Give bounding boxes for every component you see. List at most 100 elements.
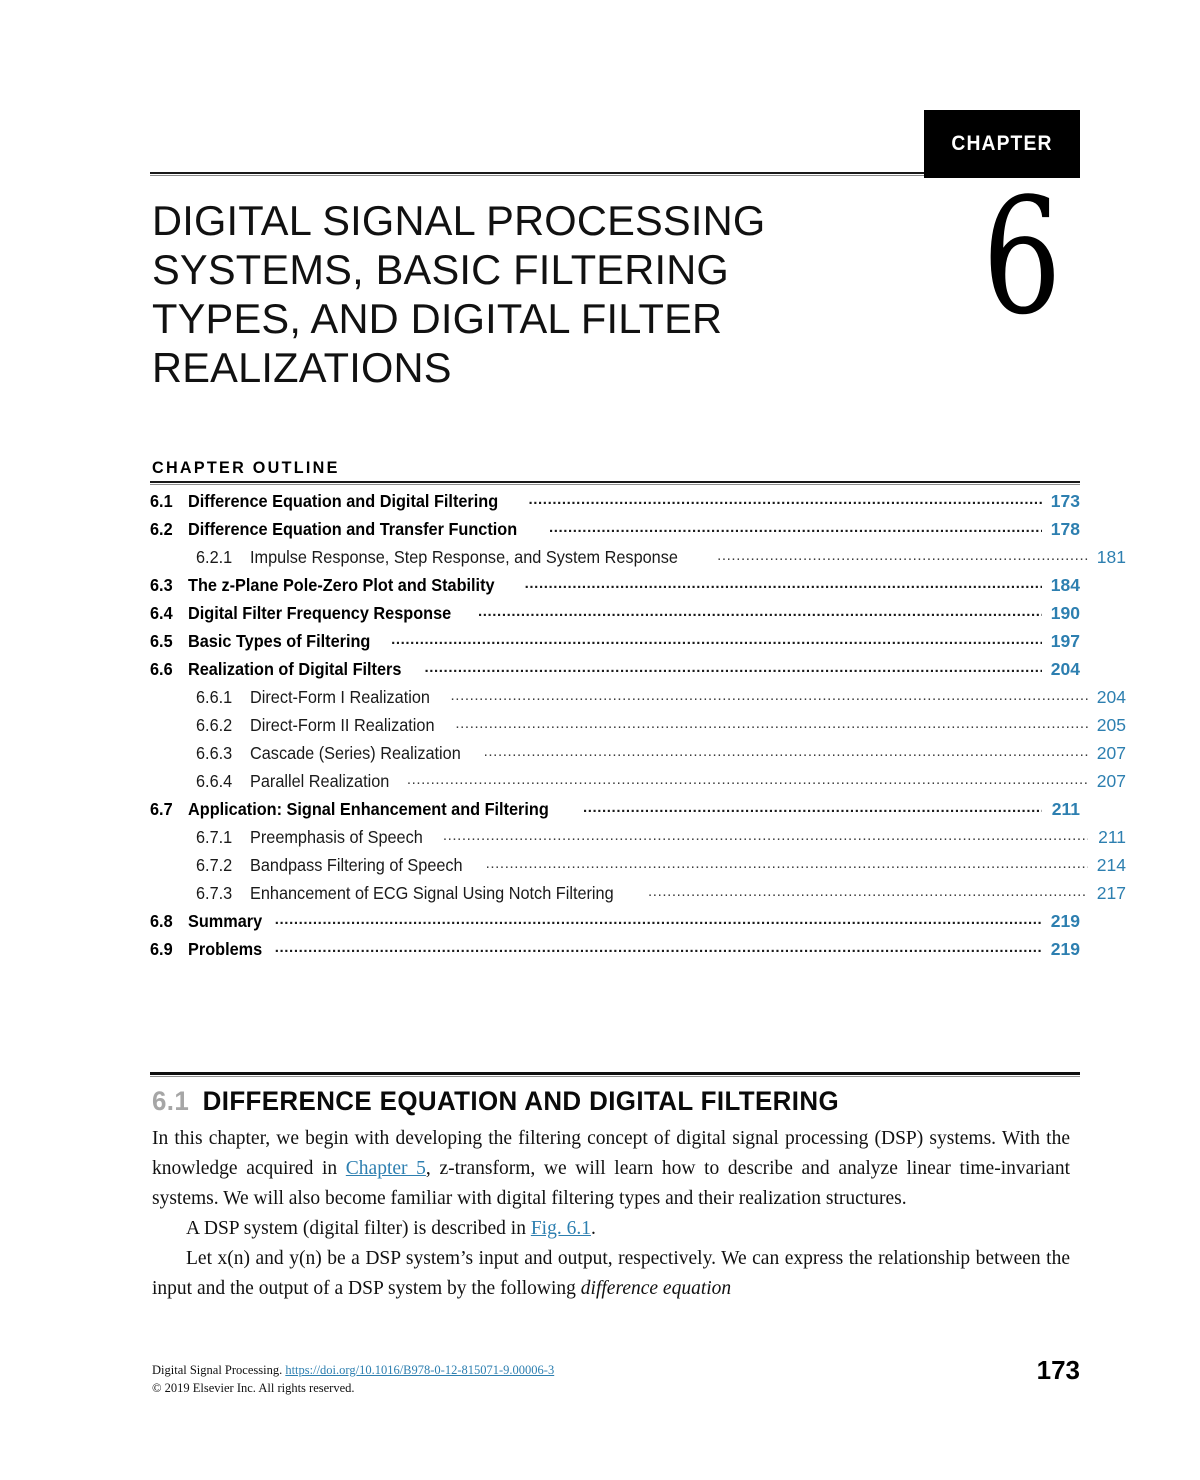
outline-entry[interactable]: 6.6.2 Direct-Form II Realization 205 — [150, 713, 1126, 741]
outline-entry-page: 204 — [1050, 659, 1080, 679]
outline-entry-page: 214 — [1096, 855, 1126, 875]
page-title: DIGITAL SIGNAL PROCESSING SYSTEMS, BASIC… — [152, 197, 766, 391]
section-rule — [150, 1072, 1080, 1077]
section-heading: 6.1 DIFFERENCE EQUATION AND DIGITAL FILTE… — [152, 1086, 839, 1117]
chapter-5-link[interactable]: Chapter 5 — [346, 1158, 426, 1179]
figure-6-1-link[interactable]: Fig. 6.1 — [531, 1218, 591, 1239]
outline-entry[interactable]: 6.2 Difference Equation and Transfer Func… — [150, 517, 1080, 545]
outline-entry-number: 6.6.1 — [196, 687, 233, 707]
outline-entry-page: 207 — [1096, 771, 1126, 791]
outline-entry-page: 181 — [1096, 547, 1126, 567]
outline-entry-label: Parallel Realization — [250, 771, 390, 791]
outline-entry[interactable]: 6.7.3 Enhancement of ECG Signal Using Not… — [150, 881, 1126, 909]
outline-entry-page: 204 — [1096, 687, 1126, 707]
section-body: In this chapter, we begin with developin… — [152, 1124, 1070, 1304]
footer-copyright: © 2019 Elsevier Inc. All rights reserved… — [152, 1381, 355, 1395]
outline-entry-label: Difference Equation and Transfer Functio… — [188, 519, 518, 539]
paragraph-2-part-a: A DSP system (digital filter) is describ… — [186, 1218, 531, 1239]
footer-source-title: Digital Signal Processing. — [152, 1363, 283, 1377]
outline-entry-label: Direct-Form II Realization — [250, 715, 435, 735]
outline-entry[interactable]: 6.6.3 Cascade (Series) Realization 207 — [150, 741, 1126, 769]
outline-entry-page: 219 — [1050, 939, 1080, 959]
outline-entry[interactable]: 6.8 Summary 219 — [150, 909, 1080, 937]
outline-entry-number: 6.6.4 — [196, 771, 233, 791]
outline-entry-label: Realization of Digital Filters — [188, 659, 402, 679]
outline-entry[interactable]: 6.3 The z-Plane Pole-Zero Plot and Stabil… — [150, 573, 1080, 601]
outline-leader-dots — [407, 769, 1088, 787]
outline-entry-page: 207 — [1096, 743, 1126, 763]
outline-entry[interactable]: 6.9 Problems 219 — [150, 937, 1080, 965]
outline-entry-page: 184 — [1050, 575, 1080, 595]
outline-entry-page: 197 — [1050, 631, 1080, 651]
outline-entry-label: Problems — [188, 939, 263, 959]
outline-entry-number: 6.8 — [150, 911, 173, 931]
outline-entry-number: 6.9 — [150, 939, 173, 959]
outline-entry-label: Enhancement of ECG Signal Using Notch Fi… — [250, 883, 614, 903]
outline-entry-label: Direct-Form I Realization — [250, 687, 430, 707]
outline-entry-label: Basic Types of Filtering — [188, 631, 371, 651]
outline-entry-label: Summary — [188, 911, 263, 931]
doi-link[interactable]: https://doi.org/10.1016/B978-0-12-815071… — [285, 1363, 554, 1377]
outline-leader-dots — [549, 517, 1042, 535]
outline-entry[interactable]: 6.6.4 Parallel Realization 207 — [150, 769, 1126, 797]
header-rule — [150, 172, 924, 176]
outline-entry-label: Preemphasis of Speech — [250, 827, 423, 847]
chapter-tab-label: CHAPTER — [951, 132, 1053, 155]
outline-entry-label: Impulse Response, Step Response, and Sys… — [250, 547, 678, 567]
outline-entry[interactable]: 6.7.1 Preemphasis of Speech 211 — [150, 825, 1126, 853]
footer-source-line: Digital Signal Processing. https://doi.o… — [152, 1361, 852, 1379]
outline-entry-number: 6.7.3 — [196, 883, 233, 903]
outline-entry-number: 6.7 — [150, 799, 173, 819]
paragraph-3: Let x(n) and y(n) be a DSP system’s inpu… — [152, 1244, 1070, 1304]
chapter-number: 6 — [982, 163, 1062, 350]
outline-entry[interactable]: 6.7.2 Bandpass Filtering of Speech 214 — [150, 853, 1126, 881]
section-title: DIFFERENCE EQUATION AND DIGITAL FILTERIN… — [202, 1086, 839, 1116]
document-page: CHAPTER DIGITAL SIGNAL PROCESSING SYSTEM… — [0, 0, 1200, 1480]
outline-entry[interactable]: 6.2.1 Impulse Response, Step Response, an… — [150, 545, 1126, 573]
outline-entry-number: 6.6 — [150, 659, 173, 679]
outline-leader-dots — [275, 937, 1042, 955]
outline-entry-page: 205 — [1096, 715, 1126, 735]
outline-entry-number: 6.4 — [150, 603, 173, 623]
section-number: 6.1 — [152, 1086, 190, 1116]
outline-entry[interactable]: 6.4 Digital Filter Frequency Response 190 — [150, 601, 1080, 629]
outline-leader-dots — [484, 741, 1088, 759]
outline-leader-dots — [529, 489, 1043, 507]
outline-leader-dots — [451, 685, 1088, 703]
paragraph-2-part-b: . — [590, 1218, 596, 1239]
outline-entry-label: Digital Filter Frequency Response — [188, 603, 452, 623]
outline-leader-dots — [391, 629, 1042, 647]
outline-entry[interactable]: 6.6 Realization of Digital Filters 204 — [150, 657, 1080, 685]
outline-entry-page: 219 — [1050, 911, 1080, 931]
outline-entry-label: Bandpass Filtering of Speech — [250, 855, 463, 875]
outline-leader-dots — [443, 825, 1088, 843]
page-number: 173 — [1036, 1355, 1080, 1385]
outline-entry-page: 217 — [1096, 883, 1126, 903]
outline-entry[interactable]: 6.5 Basic Types of Filtering 197 — [150, 629, 1080, 657]
footer-citation: Digital Signal Processing. https://doi.o… — [152, 1361, 852, 1397]
outline-entry-number: 6.6.2 — [196, 715, 233, 735]
outline-entry-page: 173 — [1050, 491, 1080, 511]
outline-entry-label: Difference Equation and Digital Filterin… — [188, 491, 499, 511]
outline-leader-dots — [486, 853, 1088, 871]
paragraph-3-emphasis: difference equation — [580, 1278, 732, 1299]
outline-entry-number: 6.1 — [150, 491, 173, 511]
paragraph-2: A DSP system (digital filter) is describ… — [152, 1214, 1070, 1244]
outline-entry-number: 6.7.1 — [196, 827, 233, 847]
outline-entry[interactable]: 6.6.1 Direct-Form I Realization 204 — [150, 685, 1126, 713]
outline-entry[interactable]: 6.7 Application: Signal Enhancement and F… — [150, 797, 1080, 825]
outline-entry-number: 6.5 — [150, 631, 173, 651]
outline-entry-page: 178 — [1050, 519, 1080, 539]
outline-entry-label: The z-Plane Pole-Zero Plot and Stability — [188, 575, 495, 595]
outline-entry-number: 6.3 — [150, 575, 173, 595]
chapter-outline-heading: CHAPTER OUTLINE — [152, 458, 340, 477]
outline-entry-number: 6.6.3 — [196, 743, 233, 763]
outline-entry-page: 190 — [1050, 603, 1080, 623]
paragraph-1: In this chapter, we begin with developin… — [152, 1124, 1070, 1214]
outline-entry[interactable]: 6.1 Difference Equation and Digital Filte… — [150, 489, 1080, 517]
outline-leader-dots — [275, 909, 1042, 927]
outline-leader-dots — [583, 797, 1042, 815]
outline-entry-page: 211 — [1098, 827, 1126, 847]
outline-leader-dots — [455, 713, 1088, 731]
outline-entry-label: Application: Signal Enhancement and Filt… — [188, 799, 549, 819]
